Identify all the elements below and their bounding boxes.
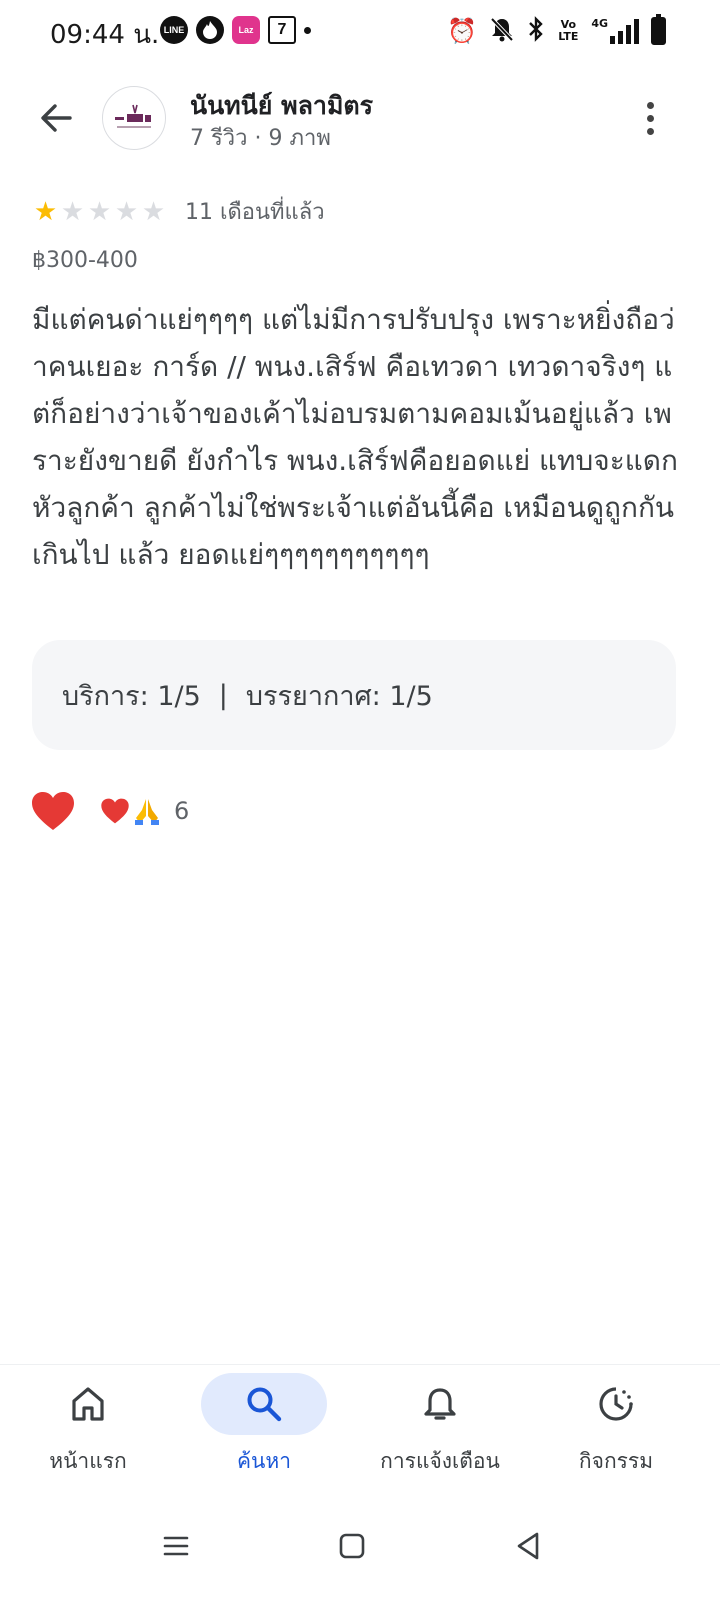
square-home-icon bbox=[339, 1533, 365, 1559]
recents-button[interactable] bbox=[146, 1516, 206, 1576]
nav-notifications[interactable]: การแจ้งเตือน bbox=[352, 1371, 528, 1491]
more-options-button[interactable] bbox=[626, 94, 674, 142]
more-vert-icon bbox=[646, 101, 654, 109]
home-icon bbox=[72, 1387, 104, 1421]
lazada-icon: Laz bbox=[232, 16, 260, 44]
seven-eleven-icon: 7 bbox=[268, 16, 296, 44]
system-icons: ⏰ Vo LTE 4G bbox=[447, 14, 666, 46]
avatar[interactable] bbox=[102, 86, 166, 150]
atmosphere-rating: บรรยากาศ: 1/5 bbox=[245, 680, 433, 712]
recents-icon bbox=[163, 1536, 189, 1556]
status-time: 09:44 น. bbox=[50, 20, 160, 50]
bottom-navigation: หน้าแรก ค้นหา การแจ้งเตือน กิจกรรม bbox=[0, 1364, 720, 1494]
back-button[interactable] bbox=[30, 92, 82, 144]
reaction-row: 6 bbox=[28, 786, 189, 836]
bell-icon bbox=[424, 1388, 456, 1420]
price-range: ฿300-400 bbox=[32, 248, 138, 273]
star-filled-icon: ★ bbox=[33, 196, 58, 227]
reaction-emojis bbox=[100, 796, 162, 826]
triangle-back-icon bbox=[517, 1532, 539, 1560]
mute-icon bbox=[489, 16, 515, 46]
star-rating: ★ ★ ★ ★ ★ bbox=[32, 197, 167, 227]
nav-activity-label: กิจกรรม bbox=[578, 1449, 654, 1473]
network-type-icon: 4G bbox=[591, 17, 608, 30]
system-back-button[interactable] bbox=[498, 1516, 558, 1576]
reviewer-meta: 7 รีวิว · 9 ภาพ bbox=[190, 126, 331, 151]
nav-search[interactable]: ค้นหา bbox=[176, 1371, 352, 1491]
home-button[interactable] bbox=[322, 1516, 382, 1576]
aspect-ratings-card: บริการ: 1/5 | บรรยากาศ: 1/5 bbox=[32, 640, 676, 750]
bluetooth-icon bbox=[527, 16, 545, 46]
arrow-back-icon bbox=[41, 104, 72, 132]
activity-icon bbox=[599, 1387, 633, 1421]
search-icon bbox=[247, 1387, 282, 1422]
reaction-summary[interactable]: 6 bbox=[100, 796, 189, 826]
tinder-icon bbox=[196, 16, 224, 44]
review-header: นันทนีย์ พลามิตร 7 รีวิว · 9 ภาพ bbox=[0, 80, 720, 160]
alarm-icon: ⏰ bbox=[447, 17, 478, 45]
line-icon: LINE bbox=[160, 16, 188, 44]
review-text: มีแต่คนด่าแย่ๆๆๆๆ แต่ไม่มีการปรับปรุง เพ… bbox=[32, 303, 678, 571]
nav-notifications-label: การแจ้งเตือน bbox=[380, 1449, 500, 1473]
system-navigation-bar bbox=[0, 1494, 720, 1600]
nav-home-label: หน้าแรก bbox=[49, 1449, 127, 1473]
volte-icon: Vo LTE bbox=[558, 18, 579, 43]
reaction-count: 6 bbox=[174, 797, 190, 825]
star-empty-icon: ★ bbox=[87, 196, 112, 227]
notification-icons: LINE Laz 7 bbox=[160, 16, 311, 44]
avatar-logo-icon bbox=[115, 104, 151, 128]
nav-home[interactable]: หน้าแรก bbox=[0, 1371, 176, 1491]
star-empty-icon: ★ bbox=[114, 196, 139, 227]
heart-reaction-icon bbox=[101, 798, 129, 824]
star-empty-icon: ★ bbox=[141, 196, 166, 227]
battery-icon bbox=[651, 14, 666, 45]
star-empty-icon: ★ bbox=[60, 196, 85, 227]
pray-reaction-icon bbox=[135, 799, 159, 825]
nav-activity[interactable]: กิจกรรม bbox=[528, 1371, 704, 1491]
rating-row: ★ ★ ★ ★ ★ 11 เดือนที่แล้ว bbox=[32, 194, 325, 229]
status-bar: 09:44 น. LINE Laz 7 ⏰ Vo LTE 4G bbox=[0, 0, 720, 64]
review-date: 11 เดือนที่แล้ว bbox=[185, 200, 325, 225]
nav-search-label: ค้นหา bbox=[236, 1449, 292, 1473]
service-rating: บริการ: 1/5 bbox=[62, 680, 201, 712]
more-notifications-icon bbox=[304, 26, 311, 34]
signal-icon bbox=[610, 18, 639, 44]
like-button[interactable] bbox=[28, 786, 78, 836]
heart-icon bbox=[32, 792, 74, 830]
aspect-separator: | bbox=[218, 679, 228, 711]
